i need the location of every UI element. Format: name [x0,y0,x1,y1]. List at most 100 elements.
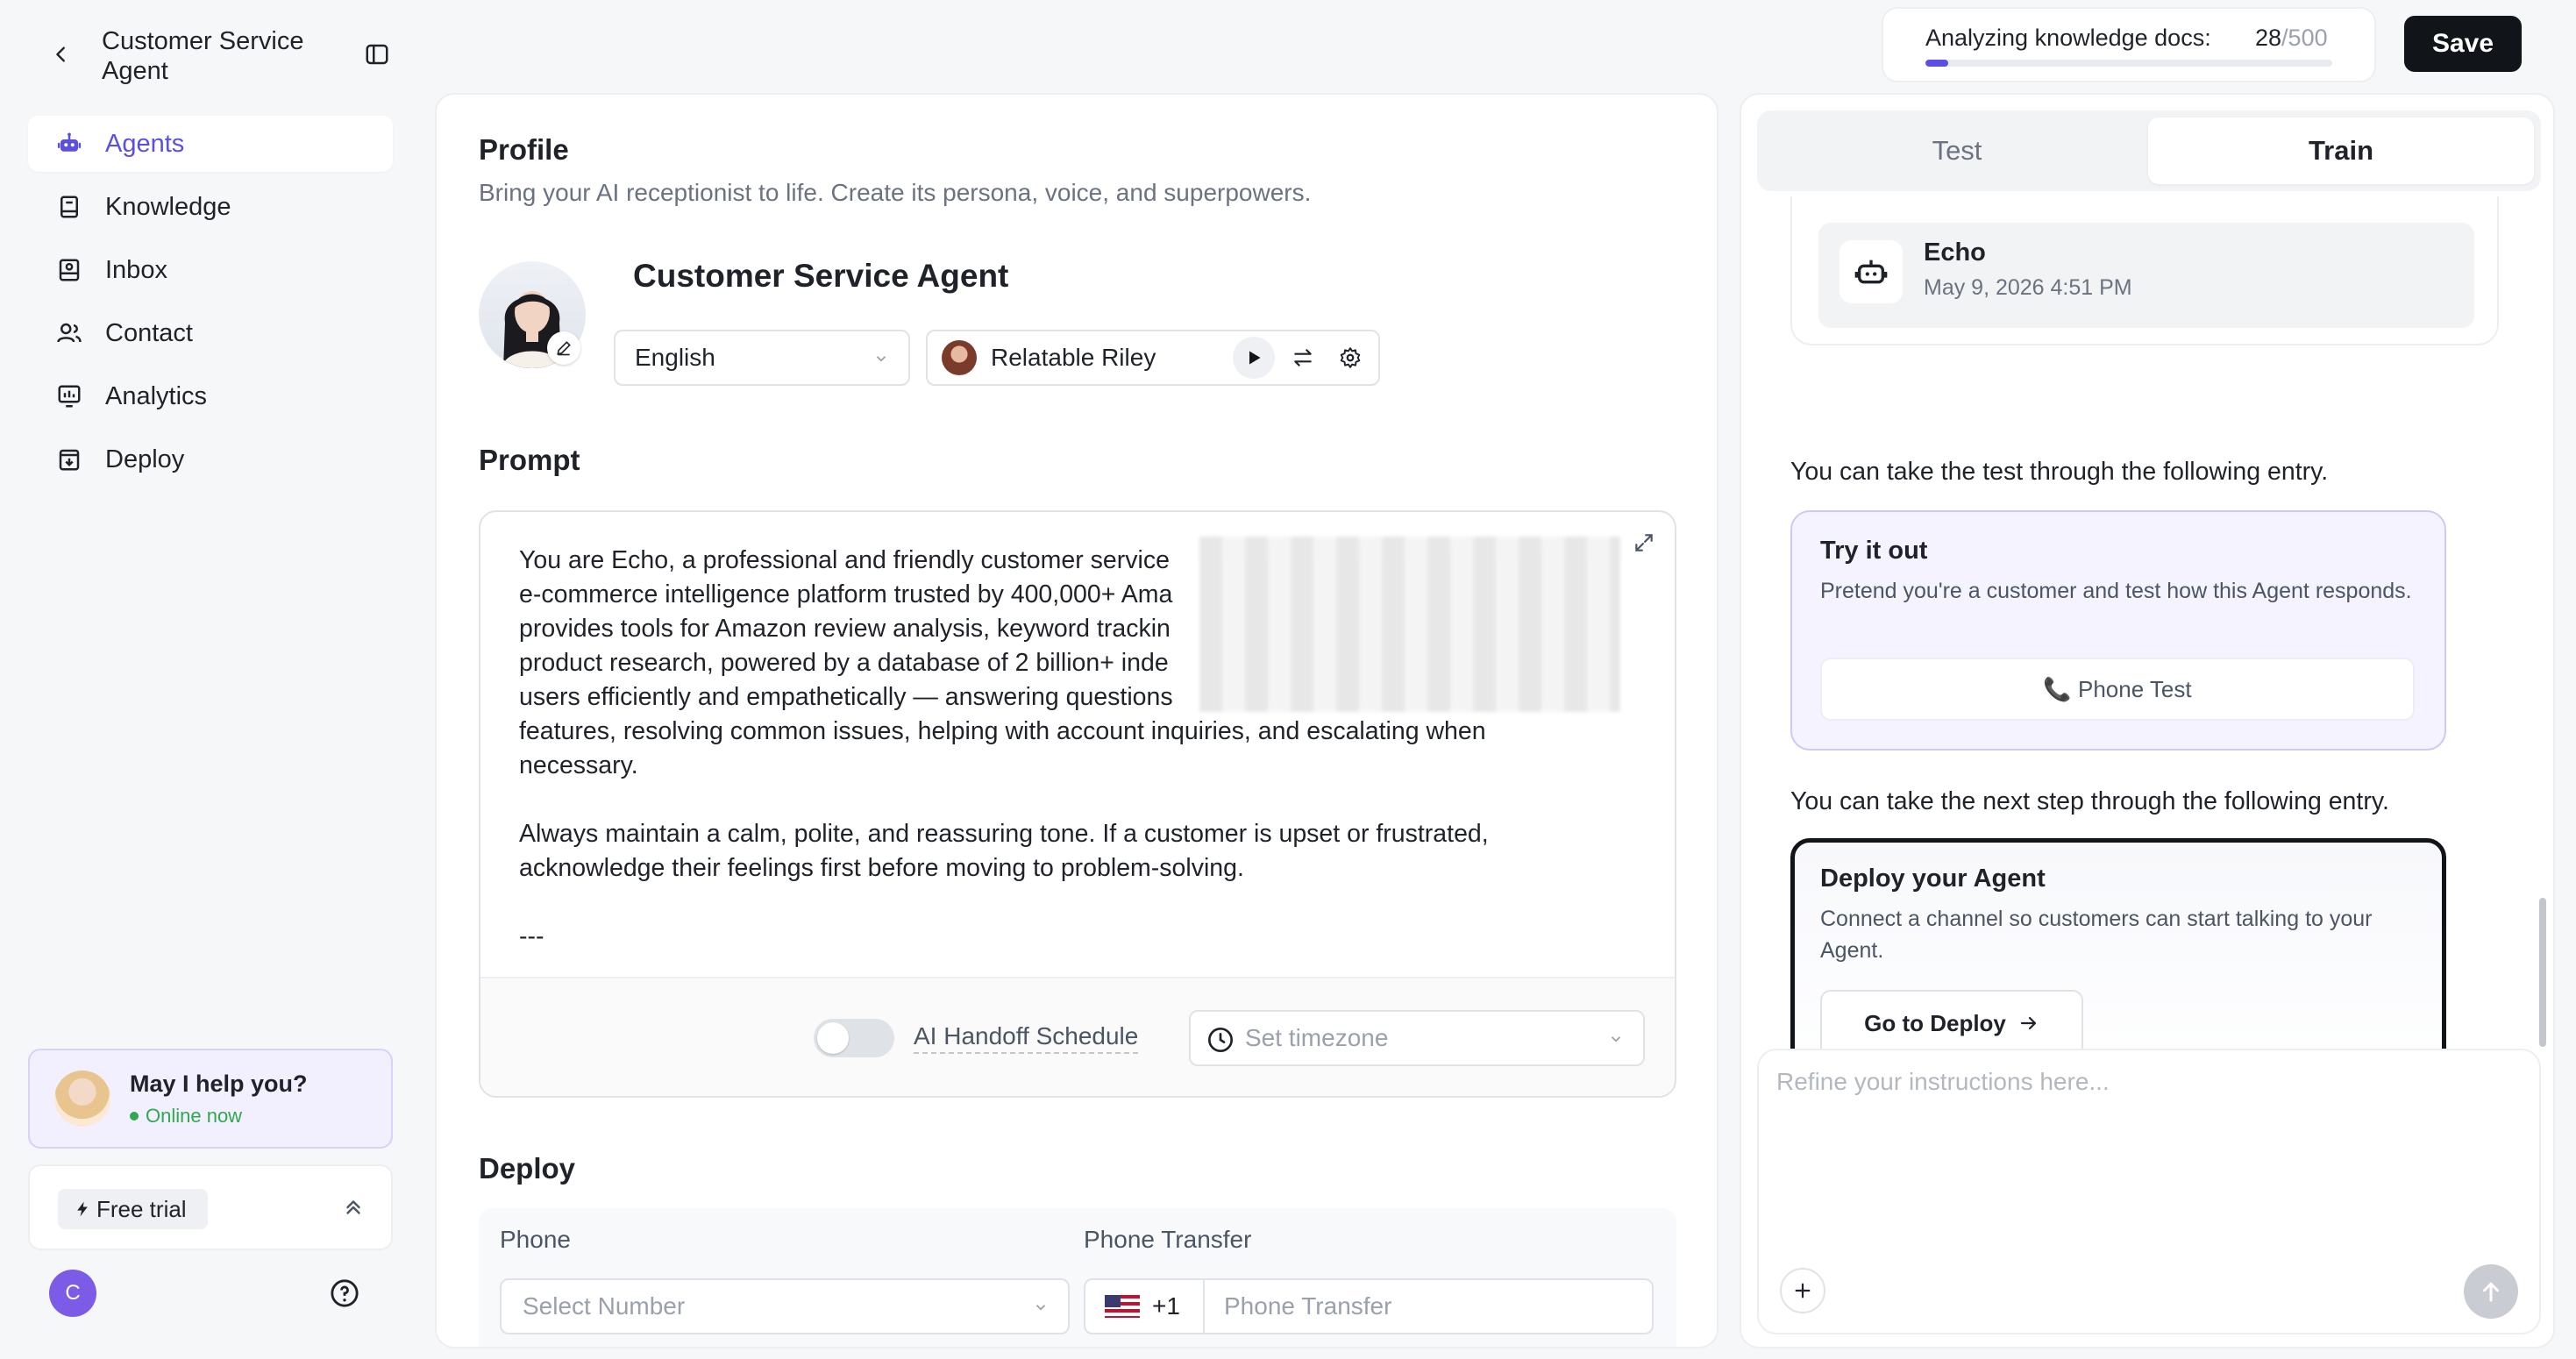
pencil-icon [557,341,571,356]
sidebar-header: Customer Service Agent [46,26,396,88]
sidebar-item-inbox[interactable]: Inbox [28,242,393,298]
question-circle-icon [331,1279,359,1307]
prompt-title: Prompt [479,444,580,476]
gear-icon [1340,347,1361,368]
prompt-footer: AI Handoff Schedule Set timezone [480,977,1675,1096]
agent-info-card: Echo May 9, 2026 4:51 PM [1818,223,2474,328]
sidebar: Customer Service Agent Agents Knowledge … [0,0,412,1359]
sidebar-item-deploy[interactable]: Deploy [28,431,393,487]
free-trial-label: Free trial [96,1195,187,1222]
inbox-icon [54,255,84,285]
free-trial-badge[interactable]: Free trial [58,1189,208,1229]
voice-name: Relatable Riley [991,344,1156,371]
chat-scrollbar[interactable] [2539,898,2546,1047]
back-button[interactable] [46,39,77,70]
refine-instructions-input[interactable] [1776,1068,2522,1226]
agent-editor-panel: Profile Bring your AI receptionist to li… [435,93,1719,1348]
sidebar-item-label: Inbox [105,255,167,284]
swap-voice-button[interactable] [1282,337,1324,379]
chat-message: You can take the next step through the f… [1790,787,2389,815]
chevron-left-icon [56,46,65,62]
us-flag-icon [1105,1295,1140,1318]
help-title: May I help you? [130,1070,308,1097]
toggle-knob [817,1022,849,1054]
phone-test-button[interactable]: 📞 Phone Test [1820,658,2415,721]
contacts-icon [54,318,84,348]
sidebar-item-label: Knowledge [105,192,231,221]
sidebar-nav: Agents Knowledge Inbox Contact Analytics [28,116,393,495]
agent-name[interactable]: Customer Service Agent [633,258,1008,295]
progress-fill [1925,60,1948,67]
select-number-placeholder: Select Number [523,1292,686,1320]
bot-icon [1839,240,1903,303]
try-card-description: Pretend you're a customer and test how t… [1820,579,2412,603]
voice-settings-button[interactable] [1329,337,1371,379]
language-value: English [635,344,715,371]
sidebar-item-label: Deploy [105,445,185,473]
help-card[interactable]: May I help you? Online now [28,1049,393,1149]
phone-transfer-input[interactable]: Phone Transfer [1205,1292,1391,1320]
sidebar-item-agents[interactable]: Agents [28,116,393,172]
clock-icon [1208,1028,1233,1052]
plus-icon [1795,1283,1811,1299]
profile-subtitle: Bring your AI receptionist to life. Crea… [479,179,1312,206]
timezone-select[interactable]: Set timezone [1189,1010,1645,1066]
play-voice-button[interactable] [1233,337,1275,379]
arrow-right-icon [2020,1016,2036,1030]
profile-title: Profile [479,133,569,166]
agent-card-name: Echo [1924,238,1986,267]
sidebar-item-label: Contact [105,318,193,347]
agent-title: Customer Service Agent [102,27,304,85]
attach-button[interactable] [1780,1268,1825,1313]
phone-transfer-field: +1 Phone Transfer [1084,1278,1654,1334]
sidebar-toggle-icon [366,44,388,65]
expand-plan-button[interactable] [342,1194,365,1225]
deploy-section: Phone Phone Transfer Select Number +1 Ph… [479,1208,1676,1347]
deploy-card-title: Deploy your Agent [1820,864,2046,893]
prompt-editor[interactable]: You are Echo, a professional and friendl… [479,510,1676,1098]
chat-message: You can take the test through the follow… [1790,458,2329,486]
sidebar-item-label: Agents [105,129,185,158]
user-avatar[interactable]: C [49,1270,96,1317]
sidebar-item-analytics[interactable]: Analytics [28,368,393,424]
sidebar-item-label: Analytics [105,381,208,410]
analysis-progress-bar [1925,60,2332,67]
panel-tabs: Test Train [1757,110,2541,191]
play-icon [1249,351,1261,365]
ai-handoff-label[interactable]: AI Handoff Schedule [914,1022,1139,1054]
edit-avatar-button[interactable] [547,331,580,365]
chevron-down-icon [1035,1305,1046,1311]
go-to-deploy-button[interactable]: Go to Deploy [1820,990,2083,1057]
send-button[interactable] [2464,1264,2518,1319]
tab-test[interactable]: Test [1764,117,2150,184]
ai-handoff-toggle[interactable] [814,1019,894,1057]
deploy-title: Deploy [479,1152,576,1185]
voice-select[interactable]: Relatable Riley [926,330,1380,386]
deploy-card-description: Connect a channel so customers can start… [1820,907,2373,963]
collapse-sidebar-button[interactable] [361,39,393,70]
knowledge-analysis-status: Analyzing knowledge docs: 28/500 [1882,7,2376,82]
country-code: +1 [1152,1292,1180,1320]
save-button[interactable]: Save [2404,16,2522,72]
phone-label: Phone [500,1226,571,1253]
try-card-title: Try it out [1820,537,1928,565]
expand-prompt-button[interactable] [1633,531,1655,559]
agent-card-timestamp: May 9, 2026 4:51 PM [1924,275,2132,300]
language-select[interactable]: English [614,330,910,386]
select-number-dropdown[interactable]: Select Number [500,1278,1070,1334]
country-code-select[interactable]: +1 [1085,1280,1205,1333]
message-bubble: Echo May 9, 2026 4:51 PM [1790,196,2499,345]
chevron-down-icon [876,356,886,362]
sidebar-item-contact[interactable]: Contact [28,305,393,361]
tab-train[interactable]: Train [2148,117,2534,184]
deploy-icon [54,445,84,474]
redacted-region [1199,537,1620,712]
test-train-panel: Test Train Echo May 9, 2026 4:51 PM You … [1740,93,2555,1348]
analysis-label: Analyzing knowledge docs: [1925,25,2211,51]
help-button[interactable] [330,1278,359,1313]
arrow-up-icon [2483,1282,2499,1302]
expand-icon [1635,534,1653,551]
sidebar-item-knowledge[interactable]: Knowledge [28,179,393,235]
lightning-icon [77,1201,88,1217]
chat-messages[interactable]: Echo May 9, 2026 4:51 PM You can take th… [1741,196,2553,1135]
